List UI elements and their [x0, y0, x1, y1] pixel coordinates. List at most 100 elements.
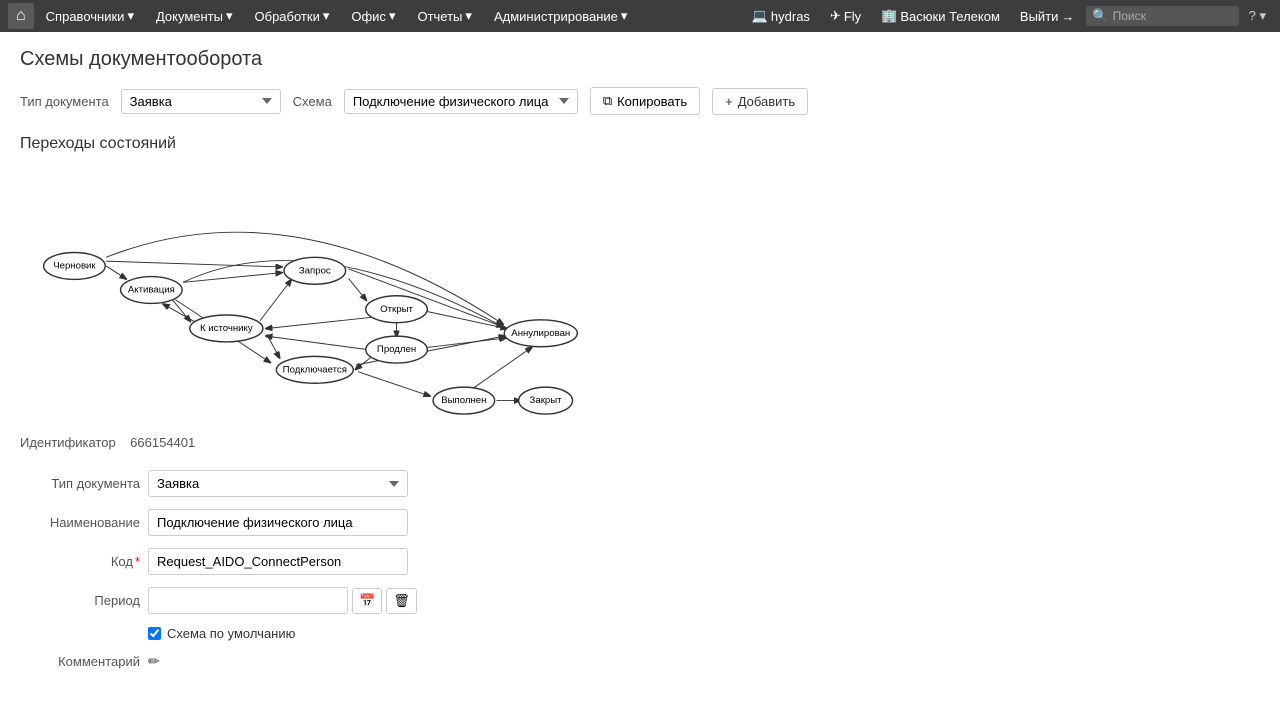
home-button[interactable]: ⌂	[8, 3, 34, 29]
form-period-label: Период	[20, 593, 140, 608]
nav-item-admin[interactable]: Администрирование ▾	[484, 4, 638, 28]
identifier-value: 666154401	[130, 435, 195, 450]
search-box: 🔍	[1086, 6, 1238, 26]
doc-type-label: Тип документа	[20, 94, 109, 109]
node-draft-label: Черновик	[53, 260, 96, 271]
user-section: 💻 hydras ✈ Fly 🏢 Васюки Телеком Выйти → …	[744, 4, 1272, 28]
form-code-label: Код	[20, 554, 140, 569]
node-activate-label: Активация	[128, 285, 175, 296]
nav-office-label: Офис	[351, 9, 386, 24]
search-input[interactable]	[1113, 9, 1233, 23]
nav-admin-label: Администрирование	[494, 9, 618, 24]
nav-hydras[interactable]: 💻 hydras	[744, 4, 818, 28]
form-row-default-schema: Схема по умолчанию	[20, 626, 520, 641]
nav-item-documents[interactable]: Документы ▾	[146, 4, 243, 28]
nav-item-processing[interactable]: Обработки ▾	[245, 4, 340, 28]
form-name-input[interactable]	[148, 509, 408, 536]
nav-item-reports[interactable]: Отчеты ▾	[407, 4, 481, 28]
company-icon: 🏢	[881, 8, 897, 24]
period-row: 📅 🗑	[148, 587, 417, 614]
add-label: Добавить	[738, 94, 795, 109]
identifier-row: Идентификатор 666154401	[20, 435, 520, 450]
logout-arrow-icon: →	[1061, 9, 1074, 24]
nav-admin-arrow: ▾	[621, 8, 628, 24]
form-section: Идентификатор 666154401 Тип документа За…	[20, 435, 520, 670]
form-doc-type-label: Тип документа	[20, 476, 140, 491]
nav-office-arrow: ▾	[389, 8, 396, 24]
diagram-container: Черновик Активация Запрос Открыт К источ…	[20, 165, 600, 415]
form-name-label: Наименование	[20, 515, 140, 530]
nav-documents-arrow: ▾	[226, 8, 233, 24]
monitor-icon: 💻	[752, 8, 768, 24]
nav-reports-label: Отчеты	[417, 9, 462, 24]
page-title: Схемы документооборота	[20, 48, 1260, 71]
search-icon: 🔍	[1092, 8, 1108, 24]
edge-executed-annulled	[473, 348, 531, 388]
form-row-period: Период 📅 🗑	[20, 587, 520, 614]
add-button[interactable]: + Добавить	[712, 88, 808, 115]
edge-activate-request	[183, 273, 281, 283]
nav-processing-label: Обработки	[255, 9, 320, 24]
nav-references-label: Справочники	[46, 9, 125, 24]
add-icon: +	[725, 94, 733, 109]
toolbar: Тип документа Заявка Схема Подключение ф…	[20, 87, 1260, 115]
nav-processing-arrow: ▾	[323, 8, 330, 24]
page-content: Схемы документооборота Тип документа Зая…	[0, 32, 1280, 686]
node-request-label: Запрос	[299, 265, 331, 276]
calendar-button[interactable]: 📅	[352, 588, 382, 614]
help-button[interactable]: ? ▾	[1243, 4, 1272, 28]
trash-icon: 🗑	[393, 593, 410, 609]
identifier-label: Идентификатор	[20, 435, 116, 450]
nav-logout[interactable]: Выйти →	[1012, 5, 1083, 28]
doc-type-select[interactable]: Заявка	[121, 89, 281, 114]
node-prolonged-label: Продлен	[377, 344, 416, 355]
default-schema-label: Схема по умолчанию	[167, 626, 295, 641]
form-row-doc-type: Тип документа Заявка	[20, 470, 520, 497]
nav-documents-label: Документы	[156, 9, 223, 24]
edge-draft-activate	[106, 266, 125, 279]
nav-company[interactable]: 🏢 Васюки Телеком	[873, 4, 1008, 28]
nav-reports-arrow: ▾	[465, 8, 472, 24]
node-closed-label: Закрыт	[530, 395, 563, 406]
copy-button[interactable]: ⧉ Копировать	[590, 87, 700, 115]
edge-tosource-activate	[164, 304, 195, 321]
help-label: ?	[1249, 8, 1256, 23]
form-comment-label: Комментарий	[20, 654, 140, 669]
edge-open-annulled	[425, 311, 506, 328]
edge-tosource-request	[260, 280, 291, 320]
nav-item-references[interactable]: Справочники ▾	[36, 4, 144, 28]
node-to-source-label: К источнику	[200, 323, 253, 334]
company-label: Васюки Телеком	[900, 9, 1000, 24]
edit-comment-icon[interactable]: ✏	[148, 653, 160, 670]
nav-fly[interactable]: ✈ Fly	[822, 4, 869, 28]
default-schema-checkbox[interactable]	[148, 627, 161, 640]
node-executed-label: Выполнен	[441, 395, 486, 406]
edge-open-tosource	[267, 317, 376, 329]
form-row-code: Код	[20, 548, 520, 575]
form-row-comment: Комментарий ✏	[20, 653, 520, 670]
hydras-label: hydras	[771, 9, 810, 24]
help-arrow-icon: ▾	[1259, 8, 1266, 23]
copy-icon: ⧉	[603, 93, 612, 109]
form-code-input[interactable]	[148, 548, 408, 575]
fly-label: Fly	[844, 9, 861, 24]
state-diagram: Черновик Активация Запрос Открыт К источ…	[20, 165, 600, 415]
copy-label: Копировать	[617, 94, 687, 109]
edge-prolonged-annulled	[425, 338, 505, 348]
top-navigation: ⌂ Справочники ▾ Документы ▾ Обработки ▾ …	[0, 0, 1280, 32]
edge-request-open	[348, 278, 365, 299]
node-annulled-label: Аннулирован	[511, 328, 570, 339]
node-connected-label: Подключается	[283, 364, 347, 375]
transitions-section-title: Переходы состояний	[20, 135, 1260, 153]
node-open-label: Открыт	[380, 304, 413, 315]
form-doc-type-select[interactable]: Заявка	[148, 470, 408, 497]
default-schema-checkbox-row: Схема по умолчанию	[148, 626, 295, 641]
schema-select[interactable]: Подключение физического лица	[344, 89, 578, 114]
form-period-input[interactable]	[148, 587, 348, 614]
nav-item-office[interactable]: Офис ▾	[341, 4, 405, 28]
edge-connected-executed	[358, 372, 429, 396]
logout-label: Выйти	[1020, 9, 1059, 24]
clear-period-button[interactable]: 🗑	[386, 588, 417, 614]
schema-label: Схема	[293, 94, 332, 109]
form-row-name: Наименование	[20, 509, 520, 536]
